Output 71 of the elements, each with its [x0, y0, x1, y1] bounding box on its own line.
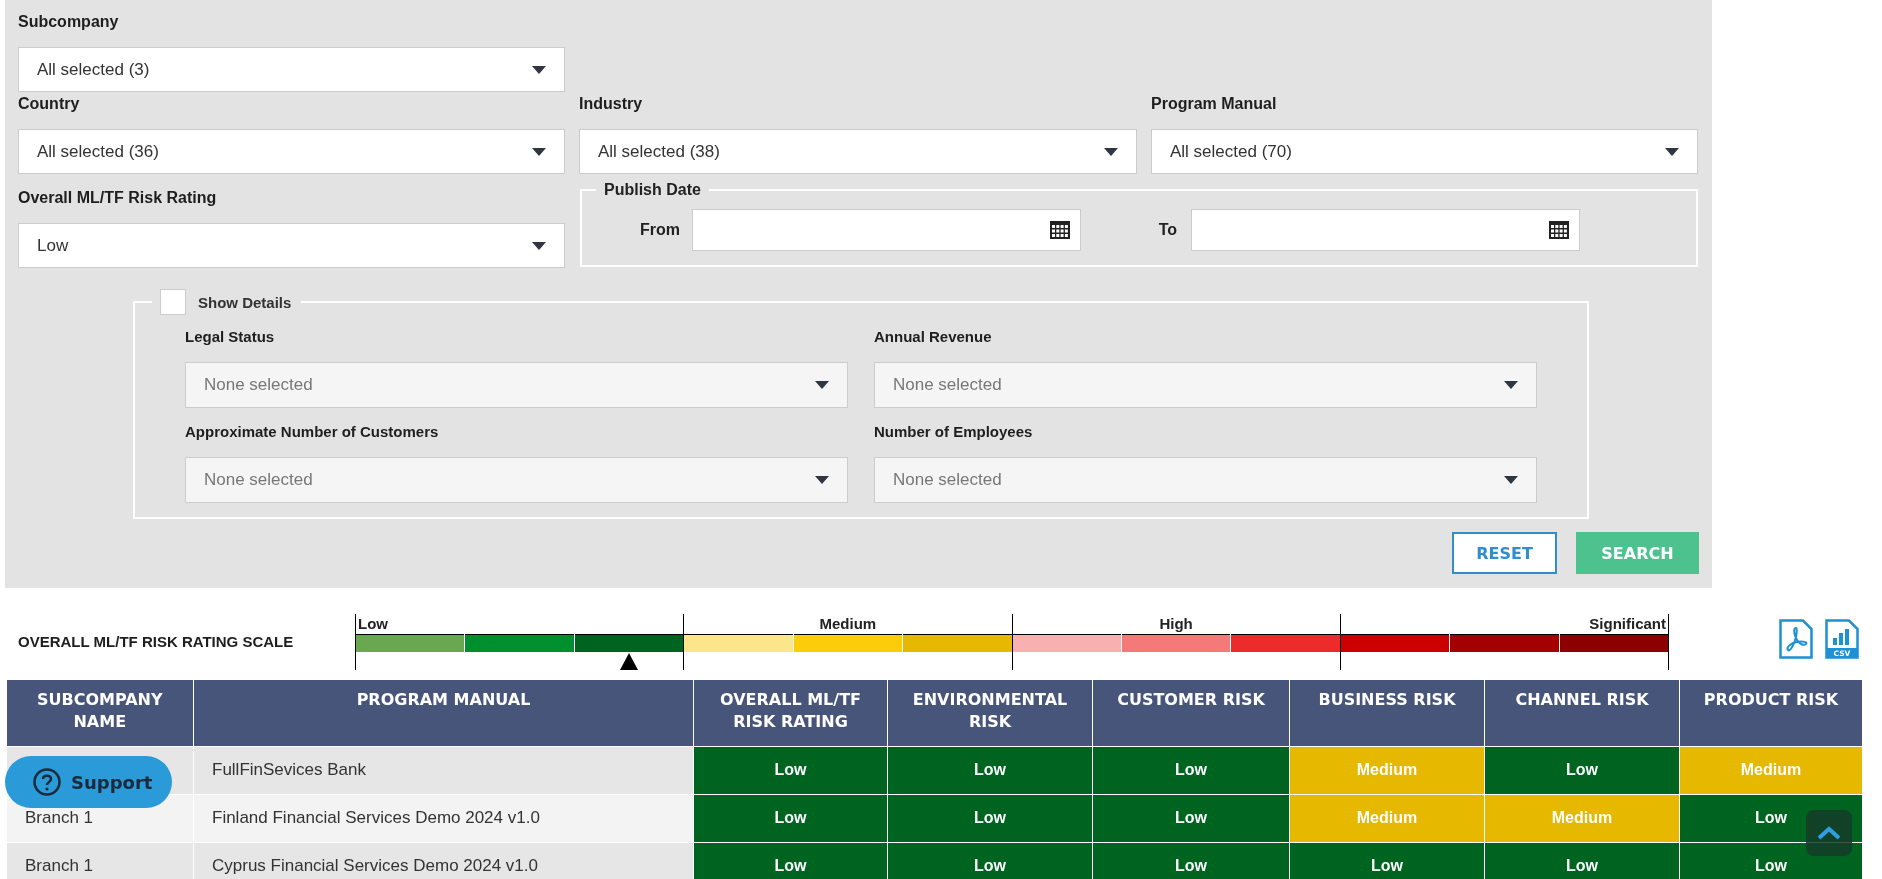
dropdown[interactable]: All selected (70) — [1151, 129, 1698, 174]
caret-icon — [1504, 476, 1518, 484]
column-header[interactable]: OVERALL ML/TF RISK RATING — [693, 680, 888, 746]
column-header[interactable]: PROGRAM MANUAL — [193, 680, 694, 746]
field-label: Country — [18, 94, 81, 114]
caret-icon — [815, 381, 829, 389]
column-header[interactable]: PRODUCT RISK — [1679, 680, 1863, 746]
calendar-icon — [1549, 221, 1569, 239]
help-icon — [32, 767, 62, 797]
support-button[interactable]: Support — [5, 756, 172, 808]
scale-label: Significant — [1589, 615, 1666, 632]
column-header[interactable]: ENVIRONMENTAL RISK — [887, 680, 1093, 746]
column-header[interactable]: SUBCOMPANY NAME — [6, 680, 194, 746]
fieldset-legend: Publish Date — [596, 180, 709, 200]
caret-icon — [815, 476, 829, 484]
date-field[interactable] — [692, 209, 1081, 251]
calendar-icon — [1050, 221, 1070, 239]
rating-cell: Low — [693, 842, 888, 879]
field-label: Number of Employees — [874, 422, 1034, 442]
date-field[interactable] — [1191, 209, 1580, 251]
caret-icon — [532, 241, 546, 250]
field-label: Annual Revenue — [874, 327, 993, 347]
caret-icon — [1665, 147, 1679, 156]
back-to-top-button[interactable] — [1806, 810, 1852, 856]
column-header[interactable]: CHANNEL RISK — [1484, 680, 1680, 746]
dropdown[interactable]: All selected (3) — [18, 47, 565, 92]
table-cell: Finland Financial Services Demo 2024 v1.0 — [193, 794, 694, 842]
rating-cell: Low — [1289, 842, 1485, 879]
column-header[interactable]: CUSTOMER RISK — [1092, 680, 1290, 746]
rating-cell: Medium — [1679, 746, 1863, 794]
caret-icon — [532, 147, 546, 156]
field-label: Program Manual — [1151, 94, 1278, 114]
field-label: Industry — [579, 94, 644, 114]
checkbox-label: Show Details — [198, 293, 292, 311]
scale-label: High — [1159, 615, 1193, 632]
pdf-file-icon — [1779, 619, 1813, 659]
table-cell: FullFinSevices Bank — [193, 746, 694, 794]
rating-cell: Low — [1092, 746, 1290, 794]
scale-label: Low — [358, 615, 388, 632]
scale-label: Medium — [819, 615, 877, 632]
caret-icon — [1504, 381, 1518, 389]
rating-cell: Low — [693, 794, 888, 842]
table-cell: Branch 1 — [6, 842, 194, 879]
field-label: Legal Status — [185, 327, 276, 347]
dropdown[interactable]: Low — [18, 223, 565, 268]
field-label: From — [639, 221, 681, 239]
caret-icon — [532, 65, 546, 74]
rating-cell: Low — [693, 746, 888, 794]
dropdown[interactable]: All selected (36) — [18, 129, 565, 174]
rating-cell: Medium — [1289, 794, 1485, 842]
field-label: Overall ML/TF Risk Rating — [18, 188, 218, 208]
rating-cell: Low — [887, 842, 1093, 879]
field-label: Approximate Number of Customers — [185, 422, 440, 442]
rating-cell: Medium — [1484, 794, 1680, 842]
rating-cell: Medium — [1289, 746, 1485, 794]
rating-cell: Low — [1484, 842, 1680, 879]
caret-icon — [1104, 147, 1118, 156]
checkbox[interactable] — [160, 289, 186, 315]
reset-button[interactable]: RESET — [1452, 532, 1557, 574]
rating-cell: Low — [887, 794, 1093, 842]
field-label: To — [1157, 221, 1178, 239]
rating-cell: Low — [1484, 746, 1680, 794]
chevron-up-icon — [1817, 826, 1841, 840]
table-cell: Cyprus Financial Services Demo 2024 v1.0 — [193, 842, 694, 879]
field-label: Subcompany — [18, 12, 120, 32]
rating-cell: Low — [1092, 842, 1290, 879]
scale-title: OVERALL ML/TF RISK RATING SCALE — [18, 633, 295, 650]
rating-cell: Low — [1092, 794, 1290, 842]
rating-cell: Low — [887, 746, 1093, 794]
column-header[interactable]: BUSINESS RISK — [1289, 680, 1485, 746]
dropdown[interactable]: All selected (38) — [579, 129, 1137, 174]
